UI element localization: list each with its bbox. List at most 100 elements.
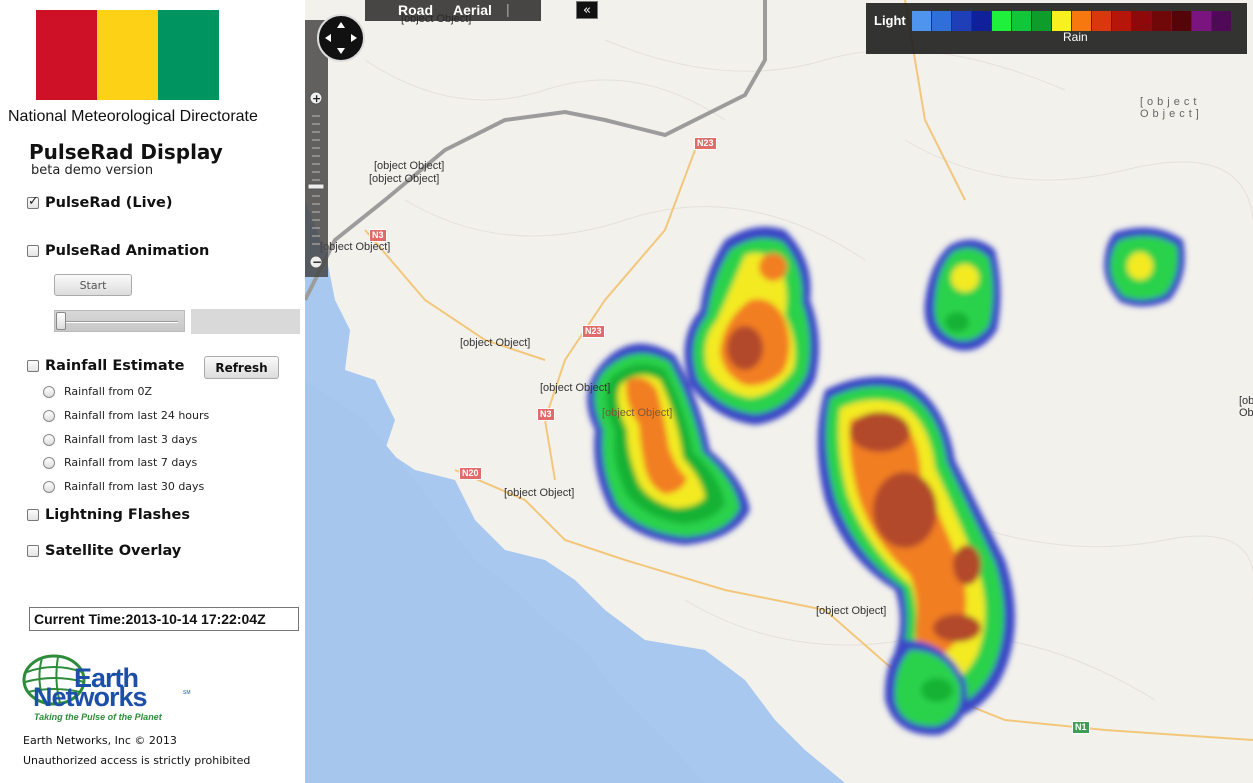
map-view-toolbar: Road Aerial | « (365, 0, 598, 21)
place-label: [object Object] (320, 241, 391, 253)
radar-legend: Light Rain (866, 3, 1247, 54)
rainfall-option-30d[interactable]: Rainfall from last 30 days (43, 480, 204, 493)
legend-swatch (932, 11, 951, 31)
organization-name: National Meteorological Directorate (8, 108, 258, 125)
road-shield: N20 (459, 467, 482, 480)
road-shield: N1 (1072, 721, 1090, 734)
globe-icon: Earth Networks SM Taking the Pulse of th… (22, 654, 191, 722)
legend-swatch (1152, 11, 1171, 31)
national-border (305, 0, 767, 301)
lightning-label: Lightning Flashes (45, 507, 190, 523)
collapse-icon[interactable]: « (576, 1, 598, 19)
legend-swatch (1212, 11, 1231, 31)
legend-swatch (1172, 11, 1191, 31)
slider-rail (65, 321, 178, 323)
pulserad-animation-checkbox[interactable] (27, 245, 39, 257)
place-label: [object Object] (374, 160, 445, 172)
road-shield: N3 (537, 408, 555, 421)
flag-stripe-red (36, 10, 97, 100)
frame-time-display (191, 309, 300, 334)
current-time-display: Current Time:2013-10-14 17:22:04Z (29, 607, 299, 631)
aerial-view-button[interactable]: Aerial (453, 2, 492, 18)
road-shield: N23 (694, 137, 717, 150)
pulserad-live-label: PulseRad (Live) (45, 195, 173, 211)
region-label: [object Object] (1140, 96, 1203, 120)
earth-networks-logo: Earth Networks SM Taking the Pulse of th… (22, 654, 197, 726)
place-label: [object Object] (504, 487, 575, 499)
toolbar-divider: | (506, 1, 510, 17)
rainfall-option-3d[interactable]: Rainfall from last 3 days (43, 433, 197, 446)
lightning-checkbox[interactable] (27, 509, 39, 521)
satellite-option[interactable]: Satellite Overlay (27, 543, 181, 559)
legend-swatch (912, 11, 931, 31)
radio-button[interactable] (43, 433, 55, 446)
pulserad-live-option[interactable]: PulseRad (Live) (27, 194, 173, 211)
animation-slider[interactable] (54, 310, 185, 332)
radio-button[interactable] (43, 409, 55, 422)
logo-tm: SM (183, 690, 191, 696)
pulserad-animation-label: PulseRad Animation (45, 243, 210, 259)
refresh-button[interactable]: Refresh (204, 356, 279, 379)
legend-swatch (992, 11, 1011, 31)
pulserad-live-checkbox[interactable] (27, 194, 39, 209)
legend-swatch (972, 11, 991, 31)
flag-stripe-green (158, 10, 219, 100)
rainfall-option-7d[interactable]: Rainfall from last 7 days (43, 456, 197, 469)
copyright-text: Earth Networks, Inc © 2013 (23, 734, 177, 747)
place-label: [object Object] (460, 337, 531, 349)
road-view-button[interactable]: Road (398, 2, 433, 18)
radio-button[interactable] (43, 456, 55, 469)
logo-tagline: Taking the Pulse of the Planet (34, 712, 163, 722)
rainfall-estimate-checkbox[interactable] (27, 360, 39, 372)
compass-arrows-icon[interactable] (319, 16, 363, 60)
radio-button[interactable] (43, 385, 55, 398)
legend-swatch (1112, 11, 1131, 31)
legend-swatch (1192, 11, 1211, 31)
legend-swatches (912, 11, 1231, 31)
flag-stripe-yellow (97, 10, 158, 100)
legend-swatch (1032, 11, 1051, 31)
place-label: [object Object] (540, 382, 611, 394)
rainfall-option-label: Rainfall from last 30 days (64, 480, 205, 493)
legend-swatch (1052, 11, 1071, 31)
map-view[interactable]: [object Object] [object Object] [object … (305, 0, 1253, 783)
rainfall-estimate-option[interactable]: Rainfall Estimate (27, 358, 184, 374)
app-subtitle: beta demo version (31, 163, 154, 178)
road-shield: N23 (582, 325, 605, 338)
logo-networks-text: Networks (33, 682, 147, 712)
legend-swatch (1092, 11, 1111, 31)
legend-swatch (1072, 11, 1091, 31)
svg-text:+: + (312, 92, 321, 105)
pan-compass[interactable] (317, 14, 365, 62)
lightning-option[interactable]: Lightning Flashes (27, 507, 190, 523)
svg-text:−: − (312, 255, 322, 269)
app-title: PulseRad Display (29, 140, 223, 164)
road-shield: N3 (369, 229, 387, 242)
map-canvas[interactable] (305, 0, 1253, 783)
rainfall-option-label: Rainfall from last 7 days (64, 456, 198, 469)
rainfall-estimate-label: Rainfall Estimate (45, 358, 185, 374)
rainfall-option-0z[interactable]: Rainfall from 0Z (43, 385, 152, 398)
rainfall-option-label: Rainfall from last 24 hours (64, 409, 210, 422)
legend-swatch (1132, 11, 1151, 31)
pulserad-animation-option[interactable]: PulseRad Animation (27, 243, 209, 259)
satellite-label: Satellite Overlay (45, 543, 182, 559)
slider-thumb[interactable] (56, 312, 66, 330)
satellite-checkbox[interactable] (27, 545, 39, 557)
place-label: [object Object] (816, 605, 887, 617)
rainfall-option-label: Rainfall from last 3 days (64, 433, 198, 446)
place-label: [object Object] (369, 173, 440, 185)
place-label: [object Object] (602, 407, 673, 419)
place-label: [object Object] (1239, 395, 1253, 419)
access-notice: Unauthorized access is strictly prohibit… (23, 754, 251, 767)
legend-swatch (952, 11, 971, 31)
legend-caption: Rain (1063, 30, 1088, 44)
control-panel: National Meteorological Directorate Puls… (0, 0, 305, 783)
start-button[interactable]: Start (54, 274, 132, 296)
legend-swatch (1012, 11, 1031, 31)
rainfall-option-24h[interactable]: Rainfall from last 24 hours (43, 409, 209, 422)
rainfall-option-label: Rainfall from 0Z (64, 385, 153, 398)
radio-button[interactable] (43, 480, 55, 493)
national-flag (36, 10, 219, 100)
legend-label: Light (874, 13, 906, 28)
